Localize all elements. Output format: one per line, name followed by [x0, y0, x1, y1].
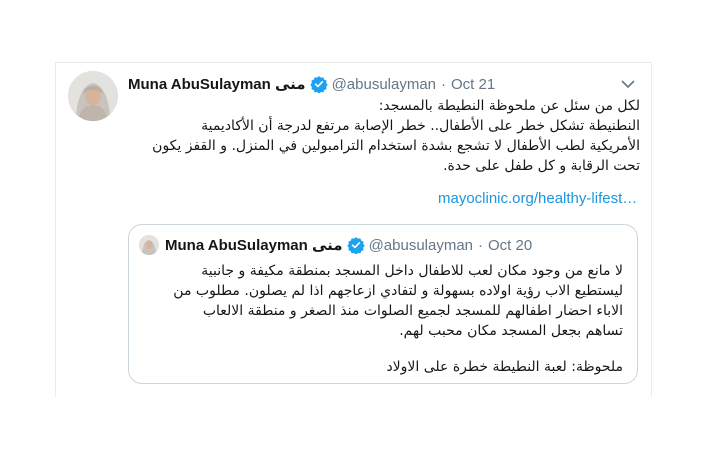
tweet-header: Muna AbuSulayman منى @abusulayman · Oct …: [128, 73, 495, 95]
author-handle[interactable]: @abusulayman: [332, 76, 436, 93]
quoted-tweet[interactable]: Muna AbuSulayman منى @abusulayman · Oct …: [128, 224, 638, 384]
author-avatar[interactable]: [68, 71, 118, 121]
chevron-down-icon[interactable]: [619, 75, 637, 93]
quoted-tweet-header: Muna AbuSulayman منى @abusulayman · Oct …: [165, 234, 532, 256]
quoted-note-line: ملحوظة: لعبة النطيطة خطرة على الاولاد: [386, 359, 623, 375]
quoted-text-line: ليستطيع الاب رؤية اولاده بسهولة و لتفادي…: [173, 283, 623, 299]
tweet-text-line: تحت الرقابة و كل طفل على حدة.: [443, 158, 640, 174]
quoted-author-name: Muna AbuSulayman منى: [165, 237, 343, 254]
tweet-text: لكل من سئل عن ملحوظة النطيطة بالمسجد: ال…: [128, 96, 640, 176]
quoted-tweet-text: لا مانع من وجود مكان لعب للاطفال داخل ال…: [143, 261, 623, 377]
verified-badge-icon: [346, 236, 365, 255]
quoted-author-avatar: [139, 235, 159, 255]
quoted-tweet-date: Oct 20: [488, 236, 533, 254]
tweet-text-line: الأمريكية لطب الأطفال لا تشجع بشدة استخد…: [152, 138, 640, 154]
quoted-text-line: تساهم بجعل المسجد مكان محبب لهم.: [399, 323, 623, 339]
tweet-text-line: النطنيطة تشكل خطر على الأطفال.. خطر الإص…: [201, 118, 640, 134]
tweet-card[interactable]: Muna AbuSulayman منى @abusulayman · Oct …: [55, 62, 652, 397]
quoted-author-handle: @abusulayman: [368, 236, 474, 254]
tweet-text-line: لكل من سئل عن ملحوظة النطيطة بالمسجد:: [378, 98, 640, 114]
quoted-text-line: لا مانع من وجود مكان لعب للاطفال داخل ال…: [201, 263, 623, 279]
quoted-text-line: الاباء احضار اطفالهم للمسجد لجميع الصلوا…: [202, 303, 623, 319]
author-name[interactable]: Muna AbuSulayman منى: [128, 75, 306, 93]
separator-dot: ·: [478, 236, 484, 254]
tweet-link[interactable]: mayoclinic.org/healthy-lifest…: [438, 190, 637, 207]
separator-dot: ·: [441, 75, 447, 93]
verified-badge-icon: [309, 75, 328, 94]
tweet-date[interactable]: Oct 21: [451, 76, 495, 93]
